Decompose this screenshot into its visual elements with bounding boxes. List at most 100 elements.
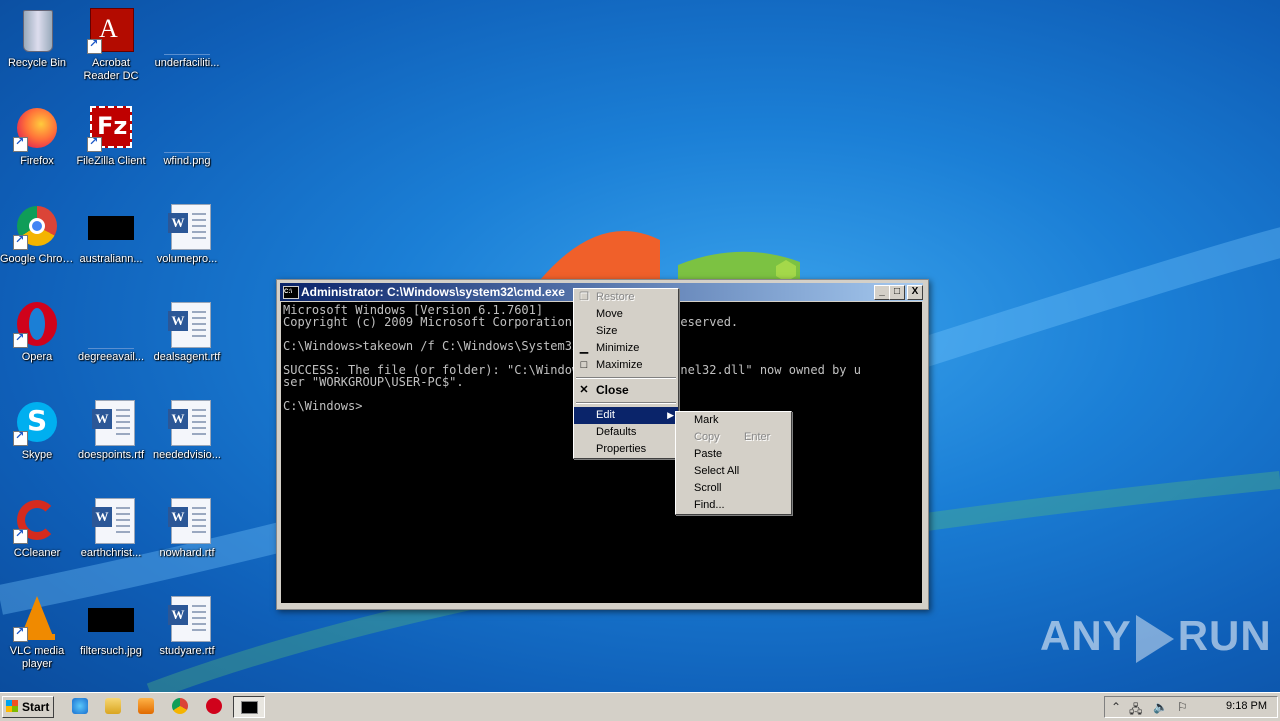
menu-item-move[interactable]: Move — [574, 306, 678, 323]
desktop-icon[interactable]: Google Chrome — [0, 202, 74, 266]
play-icon — [1135, 614, 1174, 663]
word-doc-icon: W — [163, 300, 211, 348]
desktop-icon-label: volumepro... — [156, 253, 218, 265]
acrobat-icon: A — [87, 6, 135, 54]
media-player-icon[interactable] — [138, 698, 154, 714]
desktop-icon[interactable]: Opera — [0, 300, 74, 364]
vlc-icon — [13, 594, 61, 642]
explorer-icon[interactable] — [105, 698, 121, 714]
chrome-icon[interactable] — [172, 698, 188, 714]
menu-item-close[interactable]: ✕ Close — [574, 382, 678, 399]
desktop-icon-label: doespoints.rtf — [77, 449, 145, 461]
menu-item-label: Paste — [694, 448, 723, 460]
desktop-icon[interactable]: Wearthchrist... — [74, 496, 148, 560]
desktop-icon[interactable]: degreeavail... — [74, 300, 148, 364]
menu-item-select-all[interactable]: Select All — [676, 463, 791, 480]
word-doc-icon: W — [163, 202, 211, 250]
desktop-icon-label: CCleaner — [13, 547, 61, 559]
cmd-icon[interactable]: C:\ — [283, 286, 299, 299]
ie-icon[interactable] — [72, 698, 88, 714]
action-center-flag-icon[interactable]: ⚐ — [1177, 700, 1188, 714]
system-tray: ⌃ 🖧 🔈 ⚐ 9:18 PM — [1104, 696, 1278, 718]
firefox-icon — [13, 104, 61, 152]
desktop-icon-label: Recycle Bin — [7, 57, 67, 69]
close-icon: ✕ — [579, 384, 589, 396]
desktop-icon-label: Opera — [21, 351, 53, 363]
submenu-arrow-icon: ▶ — [667, 410, 674, 420]
menu-item-label: Find... — [694, 499, 725, 511]
desktop-icon[interactable]: Firefox — [0, 104, 74, 168]
menu-separator — [576, 377, 676, 379]
start-button[interactable]: Start — [2, 696, 54, 718]
menu-item-label: Defaults — [596, 426, 637, 438]
word-doc-icon: W — [87, 398, 135, 446]
desktop-icon-label: filtersuch.jpg — [80, 645, 142, 657]
desktop-icon-label: neededvisio... — [153, 449, 221, 461]
menu-item-scroll[interactable]: Scroll — [676, 480, 791, 497]
desktop-icon[interactable]: Wvolumepro... — [150, 202, 224, 266]
desktop-icon[interactable]: Recycle Bin — [0, 6, 74, 70]
menu-item-label: Minimize — [596, 342, 640, 354]
menu-item-label: Move — [596, 308, 623, 320]
word-doc-icon: W — [163, 496, 211, 544]
desktop-icon[interactable]: Wdealsagent.rtf — [150, 300, 224, 364]
desktop-icon-label: dealsagent.rtf — [153, 351, 221, 363]
maximize-icon: □ — [580, 359, 588, 371]
menu-item-edit[interactable]: Edit ▶ — [574, 407, 678, 424]
desktop-icon[interactable]: Wnowhard.rtf — [150, 496, 224, 560]
minimize-button[interactable]: _ — [874, 285, 890, 300]
desktop-icon[interactable]: S Skype — [0, 398, 74, 462]
desktop-icon-label: nowhard.rtf — [159, 547, 215, 559]
desktop-icon-label: earthchrist... — [80, 547, 142, 559]
maximize-button[interactable]: □ — [889, 285, 905, 300]
menu-item-label: Mark — [694, 414, 719, 426]
file-icon — [87, 300, 135, 349]
menu-item-minimize[interactable]: ▁ Minimize — [574, 340, 678, 357]
desktop-icon[interactable]: A Acrobat Reader DC — [74, 6, 148, 83]
menu-item-label: Close — [596, 383, 629, 397]
network-icon[interactable]: 🖧 — [1129, 700, 1142, 721]
desktop-icon[interactable]: Fz FileZilla Client — [74, 104, 148, 168]
desktop-icon[interactable]: Wstudyare.rtf — [150, 594, 224, 658]
desktop-icon-label: australiann... — [79, 253, 143, 265]
menu-item-defaults[interactable]: Defaults — [574, 424, 678, 441]
menu-item-size[interactable]: Size — [574, 323, 678, 340]
desktop-icon[interactable]: CCleaner — [0, 496, 74, 560]
cmd-icon — [241, 701, 258, 714]
desktop-icon[interactable]: Wdoespoints.rtf — [74, 398, 148, 462]
desktop-icon[interactable]: VLC media player — [0, 594, 74, 671]
desktop-icon-label: FileZilla Client — [76, 155, 146, 167]
desktop-icon-label: Skype — [21, 449, 53, 461]
menu-item-paste[interactable]: Paste — [676, 446, 791, 463]
menu-item-find[interactable]: Find... — [676, 497, 791, 514]
recycle-bin-icon — [13, 6, 61, 54]
system-menu: ❐ Restore Move Size ▁ Minimize □ Maximize ✕ Close… — [573, 288, 679, 459]
menu-item-copy: Copy Enter — [676, 429, 791, 446]
menu-item-mark[interactable]: Mark — [676, 412, 791, 429]
opera-icon[interactable] — [206, 698, 222, 714]
menu-item-label: Size — [596, 325, 618, 337]
taskbar-cmd-button[interactable] — [233, 696, 265, 718]
menu-item-maximize[interactable]: □ Maximize — [574, 357, 678, 374]
word-doc-icon: W — [163, 594, 211, 642]
menu-item-label: Restore — [596, 291, 635, 303]
desktop-icon[interactable]: Wneededvisio... — [150, 398, 224, 462]
clock[interactable]: 9:18 PM — [1226, 700, 1267, 712]
menu-item-properties[interactable]: Properties — [574, 441, 678, 458]
show-hidden-icons-icon[interactable]: ⌃ — [1111, 700, 1121, 714]
close-button[interactable]: X — [907, 285, 923, 300]
file-icon — [163, 6, 211, 55]
window-title: Administrator: C:\Windows\system32\cmd.e… — [301, 285, 565, 299]
volume-icon[interactable]: 🔈 — [1153, 700, 1168, 714]
skype-icon: S — [13, 398, 61, 446]
desktop-icon[interactable]: underfaciliti... — [150, 6, 224, 70]
desktop-icon[interactable]: filtersuch.jpg — [74, 594, 148, 658]
taskbar: Start ⌃ 🖧 🔈 ⚐ 9:18 PM — [0, 692, 1280, 721]
desktop-icon-label: VLC media player — [9, 645, 65, 670]
desktop-icon[interactable]: wfind.png — [150, 104, 224, 168]
image-file-icon — [87, 202, 135, 250]
menu-shortcut: Enter — [744, 431, 771, 443]
chrome-icon — [13, 202, 61, 250]
desktop-icon[interactable]: australiann... — [74, 202, 148, 266]
word-doc-icon: W — [87, 496, 135, 544]
